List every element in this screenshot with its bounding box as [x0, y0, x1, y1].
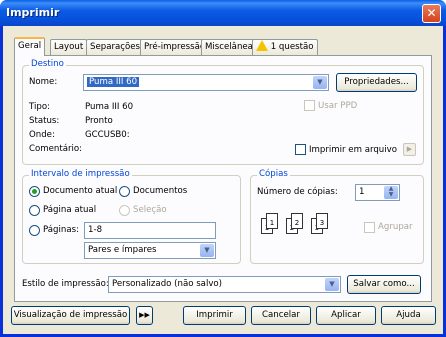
onde-label: Onde: [29, 130, 55, 140]
tab-label: Layout [54, 42, 84, 52]
tab-miscelanea[interactable]: Miscelânea [201, 39, 257, 55]
copias-stepper[interactable]: 1 ▲ ▼ [355, 184, 400, 201]
usar-ppd-label: Usar PPD [318, 101, 358, 111]
estilo-value: Personalizado (não salvo) [112, 279, 223, 289]
documento-atual-label: Documento atual [43, 186, 118, 196]
propriedades-button[interactable]: Propriedades... [336, 73, 417, 92]
close-button[interactable]: ✕ [422, 4, 441, 23]
documentos-label: Documentos [133, 186, 188, 196]
footer-buttons: Visualização de impressão ▶▶ Imprimir Ca… [3, 306, 443, 334]
status-label: Status: [29, 116, 60, 126]
agrupar-checkbox[interactable] [364, 222, 375, 233]
preview-expand-button[interactable]: ▶▶ [136, 306, 153, 325]
tipo-label: Tipo: [29, 102, 50, 112]
comentario-label: Comentário: [29, 144, 83, 154]
usar-ppd-checkbox[interactable] [304, 100, 315, 111]
chevron-down-icon[interactable]: ▼ [200, 244, 214, 257]
paginas-input[interactable]: 1-8 [84, 222, 216, 239]
imprimir-button[interactable]: Imprimir [183, 306, 246, 325]
tipo-value: Puma III 60 [85, 102, 134, 112]
tab-panel-geral: Destino Nome: Puma III 60 ▼ Propriedades… [14, 55, 432, 302]
imprimir-em-arquivo-checkbox[interactable] [295, 144, 306, 155]
tab-label: Pré-impressão [144, 42, 206, 52]
documentos-radio[interactable] [119, 186, 130, 197]
pagina-atual-label: Página atual [43, 205, 97, 215]
double-arrow-icon: ▶▶ [139, 311, 150, 319]
tab-label: Separações [90, 42, 141, 52]
printer-selected-value: Puma III 60 [87, 77, 140, 87]
tab-pre-impressao[interactable]: Pré-impressão [140, 39, 210, 55]
tab-separacoes[interactable]: Separações [86, 39, 145, 55]
tab-label: 1 questão [270, 42, 314, 52]
chevron-down-icon[interactable]: ▼ [313, 76, 327, 89]
collate-page-icon: 2 [291, 213, 303, 229]
cancelar-button[interactable]: Cancelar [251, 306, 311, 325]
tab-geral[interactable]: Geral [14, 37, 46, 56]
arrow-right-icon[interactable]: ▶ [403, 143, 416, 156]
agrupar-label: Agrupar [378, 222, 413, 232]
selecao-label: Seleção [133, 205, 167, 215]
selecao-radio[interactable] [119, 205, 130, 216]
intervalo-title: Intervalo de impressão [29, 169, 132, 179]
status-value: Pronto [85, 116, 113, 126]
intervalo-group: Intervalo de impressão Documento atual D… [22, 169, 241, 264]
pares-impares-select[interactable]: Pares e ímpares ▼ [84, 242, 216, 259]
collate-page-icon: 1 [266, 213, 278, 229]
numero-copias-label: Número de cópias: [257, 187, 338, 197]
estilo-label: Estilo de impressão: [22, 279, 109, 289]
close-icon: ✕ [426, 6, 437, 20]
pares-impares-value: Pares e ímpares [88, 245, 157, 255]
copias-group: Cópias Número de cópias: 1 ▲▼ 1 1 2 2 3 … [250, 169, 424, 264]
copias-value: 1 [359, 187, 365, 197]
copias-title: Cópias [257, 169, 290, 179]
warning-icon [256, 40, 268, 51]
nome-label: Nome: [29, 77, 58, 87]
estilo-select[interactable]: Personalizado (não salvo) ▼ [108, 276, 341, 293]
aplicar-button[interactable]: Aplicar [316, 306, 376, 325]
print-dialog: Imprimir ✕ Geral Layout Separações Pré-i… [0, 0, 446, 337]
tab-label: Miscelânea [205, 42, 253, 52]
documento-atual-radio[interactable] [29, 186, 40, 197]
chevron-down-icon[interactable]: ▼ [325, 278, 339, 291]
destino-group: Destino Nome: Puma III 60 ▼ Propriedades… [22, 59, 424, 165]
collate-page-icon: 3 [316, 213, 328, 229]
title-bar[interactable]: Imprimir ✕ [0, 0, 446, 26]
salvar-como-button[interactable]: Salvar como... [347, 275, 421, 294]
onde-value: GCCUSB0: [85, 130, 130, 140]
printer-select[interactable]: Puma III 60 ▼ [83, 74, 329, 91]
paginas-radio[interactable] [29, 225, 40, 236]
window-title: Imprimir [6, 6, 60, 19]
destino-title: Destino [29, 59, 66, 69]
pagina-atual-radio[interactable] [29, 205, 40, 216]
imprimir-em-arquivo-label: Imprimir em arquivo [309, 145, 397, 155]
tab-layout[interactable]: Layout [50, 39, 88, 55]
tab-questoes[interactable]: 1 questão [252, 39, 318, 55]
tab-label: Geral [18, 41, 42, 51]
ajuda-button[interactable]: Ajuda [381, 306, 436, 325]
paginas-label: Páginas: [43, 225, 79, 235]
spin-icon[interactable]: ▲ ▼ [384, 186, 398, 199]
visualizacao-button[interactable]: Visualização de impressão [11, 306, 130, 325]
